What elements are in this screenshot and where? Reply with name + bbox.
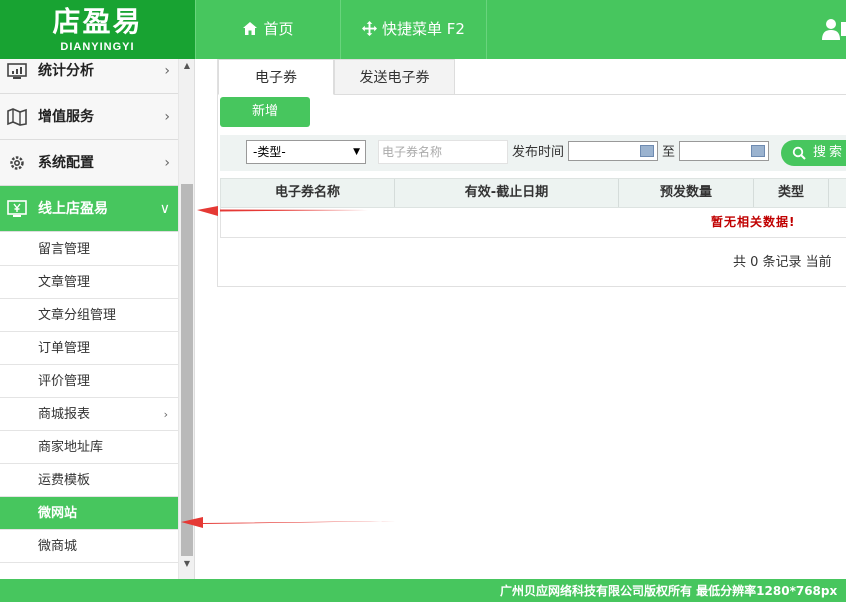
calendar-icon[interactable]: [640, 145, 654, 157]
end-date-input[interactable]: [679, 141, 769, 161]
scroll-down-arrow-icon[interactable]: ▼: [179, 559, 194, 573]
sidebar-subitem-messages[interactable]: 留言管理: [0, 233, 178, 266]
sidebar-subitem-micro-mall[interactable]: 微商城: [0, 530, 178, 563]
sidebar-subitem-label: 文章分组管理: [38, 308, 117, 323]
logo-text: 店盈易: [52, 5, 143, 38]
nav-quick-menu-label: 快捷菜单 F2: [382, 20, 465, 38]
sidebar-subitem-label: 商城报表: [38, 407, 91, 422]
user-icon[interactable]: [822, 18, 846, 40]
type-select-value: -类型-: [253, 145, 286, 159]
sidebar-item-value-added[interactable]: 增值服务 ›: [0, 94, 178, 140]
tab-send-coupons[interactable]: 发送电子券: [334, 59, 455, 95]
sidebar-subitem-label: 商家地址库: [38, 440, 104, 455]
search-button[interactable]: 搜索: [781, 140, 846, 166]
scroll-up-arrow-icon[interactable]: ▲: [179, 61, 194, 75]
scrollbar-thumb[interactable]: [181, 184, 193, 556]
sidebar-subitem-label: 运费模板: [38, 473, 91, 488]
chevron-right-icon: ›: [163, 408, 168, 421]
sidebar-subitem-label: 评价管理: [38, 374, 91, 389]
add-button[interactable]: 新增: [220, 97, 310, 127]
table-row: 暂无相关数据!: [220, 208, 846, 238]
sidebar-subitem-mall-reports[interactable]: 商城报表 ›: [0, 398, 178, 431]
sidebar-subitem-micro-site[interactable]: 微网站: [0, 497, 178, 530]
nav-quick-menu[interactable]: 快捷菜单 F2: [341, 0, 487, 59]
filter-bar: -类型- ▼ 电子券名称 发布时间 至 搜索: [220, 135, 846, 171]
sidebar-subitem-label: 留言管理: [38, 242, 91, 257]
sidebar-item-online-store[interactable]: 线上店盈易 ∨: [0, 186, 178, 232]
top-bar: 店盈易 DIANYINGYI 首页 快捷菜单 F2: [0, 0, 846, 59]
monitor-yen-icon: [7, 200, 27, 217]
column-header[interactable]: 预发数量: [619, 179, 754, 207]
sidebar-subitem-reviews[interactable]: 评价管理: [0, 365, 178, 398]
tab-coupons[interactable]: 电子券: [218, 59, 334, 95]
table-header: 电子券名称 有效-截止日期 预发数量 类型: [220, 178, 846, 208]
type-select[interactable]: -类型- ▼: [246, 140, 366, 164]
search-icon: [792, 146, 806, 160]
calendar-icon[interactable]: [751, 145, 765, 157]
dropdown-arrow-icon: ▼: [353, 147, 360, 157]
sidebar-subitem-address-book[interactable]: 商家地址库: [0, 431, 178, 464]
sidebar-item-statistics[interactable]: 统计分析 ›: [0, 59, 178, 94]
pagination-info: 共 0 条记录 当前: [733, 255, 832, 270]
sidebar-subitem-article-groups[interactable]: 文章分组管理: [0, 299, 178, 332]
chevron-down-icon: ∨: [159, 201, 170, 217]
footer: 广州贝应网络科技有限公司版权所有 最低分辨率1280*768px: [0, 579, 846, 602]
chevron-right-icon: ›: [164, 155, 170, 171]
monitor-chart-icon: [7, 63, 27, 79]
sidebar: 统计分析 › 增值服务 › 系统配置 › 线上店盈易 ∨ 留言管理 文章管理 文…: [0, 59, 195, 579]
sidebar-subitem-label: 订单管理: [38, 341, 91, 356]
sidebar-item-label: 增值服务: [38, 109, 94, 125]
sidebar-subitem-shipping-templates[interactable]: 运费模板: [0, 464, 178, 497]
sidebar-subitem-orders[interactable]: 订单管理: [0, 332, 178, 365]
coupon-name-input[interactable]: 电子券名称: [378, 140, 508, 164]
start-date-input[interactable]: [568, 141, 658, 161]
publish-time-label: 发布时间: [512, 145, 565, 160]
nav-home[interactable]: 首页: [195, 0, 341, 59]
logo[interactable]: 店盈易 DIANYINGYI: [0, 0, 195, 59]
copyright-text: 广州贝应网络科技有限公司版权所有 最低分辨率1280*768px: [500, 584, 838, 598]
sidebar-scrollbar[interactable]: ▲ ▼: [178, 59, 194, 579]
sidebar-item-label: 统计分析: [38, 63, 94, 79]
chevron-right-icon: ›: [164, 63, 170, 79]
date-to-label: 至: [662, 145, 676, 160]
chevron-right-icon: ›: [164, 109, 170, 125]
gear-icon: [10, 156, 24, 170]
column-header[interactable]: 电子券名称: [221, 179, 395, 207]
sidebar-item-system-config[interactable]: 系统配置 ›: [0, 140, 178, 186]
move-arrows-icon: [362, 21, 378, 36]
sidebar-subitem-label: 微商城: [38, 539, 78, 554]
column-header[interactable]: 有效-截止日期: [395, 179, 619, 207]
empty-message: 暂无相关数据!: [711, 215, 796, 229]
column-header[interactable]: 类型: [754, 179, 829, 207]
sidebar-subitem-label: 文章管理: [38, 275, 91, 290]
tab-divider: [455, 94, 846, 95]
sidebar-subitem-articles[interactable]: 文章管理: [0, 266, 178, 299]
sidebar-item-label: 线上店盈易: [38, 201, 108, 217]
sidebar-subitem-label: 微网站: [38, 506, 78, 521]
home-icon: [243, 22, 258, 35]
nav-home-label: 首页: [263, 20, 294, 38]
sidebar-item-label: 系统配置: [38, 155, 94, 171]
main-content: 电子券 发送电子券 新增 -类型- ▼ 电子券名称 发布时间 至 搜索 电子券名…: [196, 59, 846, 579]
logo-subtext: DIANYINGYI: [60, 41, 135, 53]
search-button-label: 搜索: [813, 145, 846, 160]
map-fold-icon: [7, 108, 27, 126]
